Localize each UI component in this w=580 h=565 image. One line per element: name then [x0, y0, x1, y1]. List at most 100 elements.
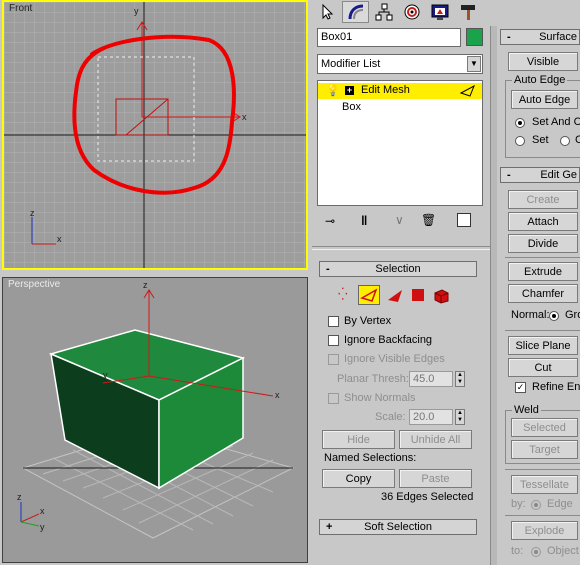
scale-label: Scale: — [375, 411, 406, 423]
unhide-all-button[interactable]: Unhide All — [399, 430, 472, 449]
normal-group-radio[interactable] — [549, 311, 559, 321]
display-icon — [431, 4, 448, 20]
panel-scrollbar[interactable] — [490, 26, 497, 565]
motion-icon — [404, 4, 419, 20]
display-tab[interactable] — [426, 1, 453, 23]
stack-item-box[interactable]: Box — [342, 101, 361, 113]
by-vertex-checkbox[interactable] — [328, 316, 339, 327]
object-name-input[interactable]: Box01 — [317, 28, 461, 47]
planar-thresh-label: Planar Thresh: — [337, 373, 409, 385]
scale-spinner[interactable]: ▲ ▼ — [455, 409, 465, 425]
clear-radio[interactable] — [560, 136, 570, 146]
object-color-swatch[interactable] — [466, 28, 483, 46]
modify-tab[interactable] — [342, 1, 369, 23]
svg-text:z: z — [30, 208, 35, 218]
svg-text:x: x — [40, 506, 45, 516]
tessellate-edge-label: Edge — [547, 498, 573, 510]
copy-button[interactable]: Copy — [322, 469, 395, 488]
remove-modifier-icon[interactable]: 🗑 — [421, 213, 436, 227]
planar-thresh-spinner[interactable]: ▲ ▼ — [455, 371, 465, 387]
selection-status: 36 Edges Selected — [381, 491, 474, 503]
weld-group-label: Weld — [512, 404, 541, 416]
cut-button[interactable]: Cut — [508, 358, 578, 377]
svg-text:z: z — [143, 280, 148, 290]
motion-tab[interactable] — [398, 1, 425, 23]
explode-objects-radio[interactable] — [531, 547, 541, 557]
scale-input[interactable]: 20.0 — [409, 409, 453, 425]
tessellate-edge-radio[interactable] — [531, 500, 541, 510]
show-normals-label: Show Normals — [344, 392, 416, 404]
front-viewport[interactable]: z x y x Front — [2, 0, 308, 270]
explode-to-label: to: — [511, 545, 524, 557]
make-unique-icon[interactable]: ∨ — [395, 213, 404, 227]
create-tab[interactable] — [314, 1, 341, 23]
show-normals-checkbox[interactable] — [328, 393, 339, 404]
svg-text:z: z — [17, 492, 22, 502]
surface-title: Surface — [539, 31, 577, 43]
extrude-button[interactable]: Extrude — [508, 262, 578, 281]
polygon-icon[interactable] — [412, 289, 424, 301]
utilities-tab[interactable] — [454, 1, 481, 23]
svg-text:y: y — [40, 522, 45, 532]
stack-toolbar: ⊸ ǁ ∨ 🗑 — [317, 210, 483, 236]
edge-icon[interactable] — [358, 285, 380, 305]
command-panel-tabs — [312, 0, 580, 24]
planar-thresh-input[interactable]: 45.0 — [409, 371, 453, 387]
set-radio[interactable] — [515, 136, 525, 146]
perspective-viewport-label[interactable]: Perspective — [8, 279, 60, 290]
refine-ends-label: Refine En — [532, 381, 580, 393]
subobject-toolbar: ⁛ — [336, 285, 456, 305]
ignore-visible-edges-checkbox[interactable] — [328, 354, 339, 365]
lightbulb-icon[interactable]: 💡 — [326, 84, 340, 97]
face-icon[interactable] — [386, 286, 404, 304]
modifier-stack[interactable]: 💡 + Edit Mesh Box — [317, 80, 483, 206]
explode-objects-label: Object — [547, 545, 579, 557]
normal-label: Normal: — [511, 309, 550, 321]
attach-button[interactable]: Attach — [508, 212, 578, 231]
visible-button[interactable]: Visible — [508, 52, 578, 71]
ignore-backfacing-checkbox[interactable] — [328, 335, 339, 346]
divide-button[interactable]: Divide — [508, 234, 578, 253]
refine-ends-checkbox[interactable]: ✓ — [515, 382, 526, 393]
element-icon[interactable] — [432, 286, 450, 304]
soft-selection-title: Soft Selection — [364, 521, 432, 533]
edit-geometry-rollout-header[interactable]: - Edit Ge — [500, 167, 580, 183]
set-and-clear-label: Set And C — [532, 116, 580, 128]
soft-selection-rollout-header[interactable]: + Soft Selection — [319, 519, 477, 535]
vertex-icon[interactable]: ⁛ — [338, 287, 348, 301]
normal-group-label: Gro — [565, 309, 580, 321]
tessellate-button[interactable]: Tessellate — [511, 475, 578, 494]
edit-geometry-title: Edit Ge — [540, 169, 577, 181]
front-viewport-label[interactable]: Front — [9, 3, 32, 14]
chamfer-button[interactable]: Chamfer — [508, 284, 578, 303]
selection-rollout-header[interactable]: - Selection — [319, 261, 477, 277]
svg-text:x: x — [57, 234, 62, 244]
pin-stack-icon[interactable]: ⊸ — [325, 214, 335, 228]
explode-button[interactable]: Explode — [511, 521, 578, 540]
stack-item-label: Edit Mesh — [361, 84, 410, 96]
edge-subobject-icon — [460, 85, 475, 97]
modifier-list-label: Modifier List — [321, 58, 381, 70]
ignore-visible-edges-label: Ignore Visible Edges — [344, 353, 445, 365]
front-viewport-grid: z x y x — [4, 2, 306, 268]
show-end-result-icon[interactable]: ǁ — [361, 213, 367, 228]
surface-rollout-header[interactable]: - Surface — [500, 29, 580, 45]
stack-item-edit-mesh[interactable]: 💡 + Edit Mesh — [318, 83, 482, 99]
configure-sets-icon[interactable] — [457, 213, 471, 227]
slice-plane-button[interactable]: Slice Plane — [508, 336, 578, 355]
weld-target-button[interactable]: Target — [511, 440, 578, 459]
expand-icon[interactable]: + — [345, 86, 354, 95]
set-and-clear-radio[interactable] — [515, 118, 525, 128]
svg-text:x: x — [242, 112, 247, 122]
create-button[interactable]: Create — [508, 190, 578, 209]
chevron-down-icon[interactable]: ▼ — [467, 56, 481, 72]
paste-button[interactable]: Paste — [399, 469, 472, 488]
auto-edge-button[interactable]: Auto Edge — [511, 90, 578, 109]
modifier-list-dropdown[interactable]: Modifier List ▼ — [317, 54, 483, 74]
cursor-icon — [322, 4, 333, 20]
hierarchy-tab[interactable] — [370, 1, 397, 23]
hide-button[interactable]: Hide — [322, 430, 395, 449]
perspective-viewport[interactable]: z y x z x y Perspective — [2, 277, 308, 563]
modify-arc-icon — [348, 4, 363, 20]
weld-selected-button[interactable]: Selected — [511, 418, 578, 437]
